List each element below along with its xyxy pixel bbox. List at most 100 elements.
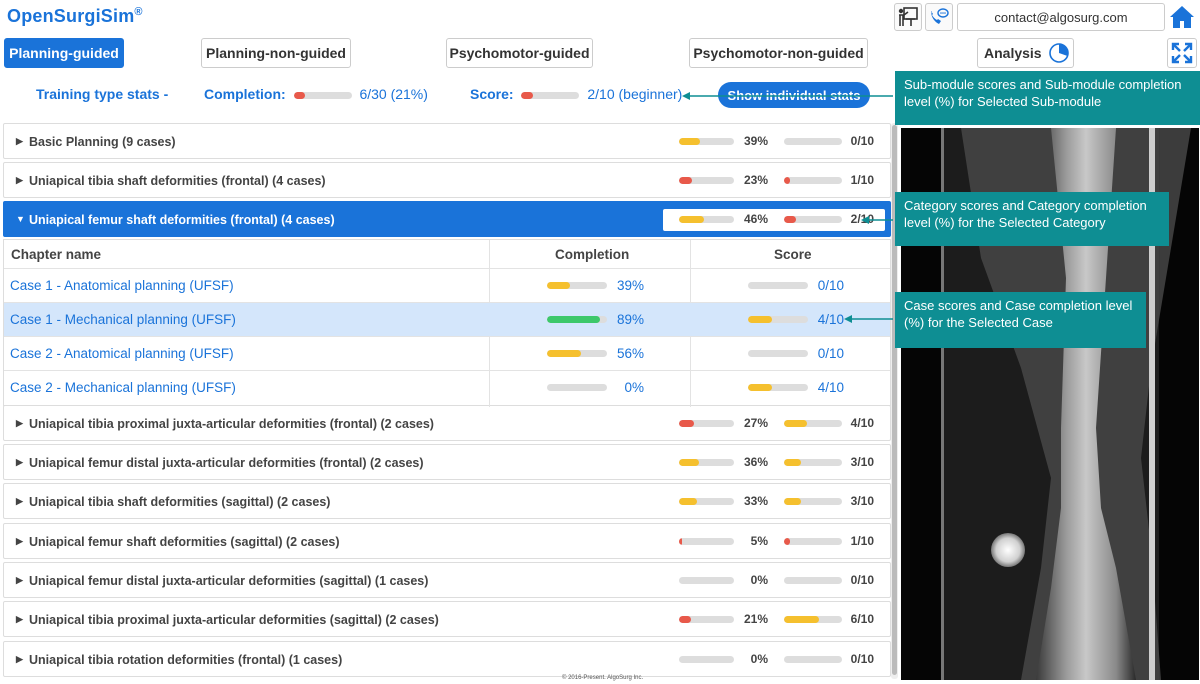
category-title: Uniapical tibia proximal juxta-articular… <box>29 613 439 627</box>
case-completion-bar <box>547 316 607 323</box>
case-name-link[interactable]: Case 1 - Mechanical planning (UFSF) <box>10 312 236 327</box>
case-score-bar <box>748 282 808 289</box>
show-individual-stats-button[interactable]: Show individual stats <box>718 82 870 108</box>
caret-down-icon[interactable]: ▼ <box>16 214 25 224</box>
category-title: Uniapical femur shaft deformities (sagit… <box>29 535 340 549</box>
case-name-link[interactable]: Case 2 - Anatomical planning (UFSF) <box>10 346 234 361</box>
app-title: OpenSurgiSim <box>7 6 135 26</box>
category-title: Uniapical femur distal juxta-articular d… <box>29 574 429 588</box>
category-completion-value: 46% <box>743 212 768 226</box>
case-completion-bar <box>547 282 607 289</box>
category-score-bar <box>784 498 842 505</box>
caret-right-icon[interactable]: ▶ <box>16 175 23 186</box>
case-score-value: 0/10 <box>817 278 844 293</box>
tab-psychomotor-non-guided[interactable]: Psychomotor-non-guided <box>689 38 868 68</box>
caret-right-icon[interactable]: ▶ <box>16 536 23 547</box>
home-icon <box>1170 6 1194 28</box>
tab-planning-non-guided[interactable]: Planning-non-guided <box>201 38 351 68</box>
category-score-value: 2/10 <box>850 212 874 226</box>
case-name-link[interactable]: Case 1 - Anatomical planning (UFSF) <box>10 278 234 293</box>
score-value: 2/10 (beginner) <box>587 86 683 102</box>
category-row[interactable]: ▶ Uniapical tibia shaft deformities (fron… <box>3 162 891 198</box>
case-row[interactable]: Case 1 - Mechanical planning (UFSF) 89% 4/… <box>4 302 890 336</box>
chapter-name-header: Chapter name <box>11 246 102 262</box>
caret-right-icon[interactable]: ▶ <box>16 136 23 147</box>
completion-stat: Completion: 6/30 (21%) <box>204 86 428 104</box>
callout-category: Category scores and Category completion … <box>895 192 1169 246</box>
category-completion-value: 21% <box>743 612 768 626</box>
category-completion-bar <box>679 616 734 623</box>
category-completion-value: 0% <box>750 573 768 587</box>
case-completion-bar <box>547 350 607 357</box>
category-row[interactable]: ▶ Uniapical tibia shaft deformities (sagi… <box>3 483 891 519</box>
case-score-bar <box>748 350 808 357</box>
tab-analysis[interactable]: Analysis <box>977 38 1074 68</box>
caret-right-icon[interactable]: ▶ <box>16 457 23 468</box>
pie-chart-icon <box>1048 43 1069 63</box>
category-completion-bar <box>679 138 734 145</box>
category-row[interactable]: ▶ Uniapical tibia rotation deformities (f… <box>3 641 891 677</box>
category-score-bar <box>784 616 842 623</box>
case-score-value: 4/10 <box>817 380 844 395</box>
support-chat-button[interactable] <box>925 3 953 31</box>
case-completion-value: 39% <box>616 278 644 293</box>
case-row[interactable]: Case 1 - Anatomical planning (UFSF) 39% 0/… <box>4 268 890 302</box>
caret-right-icon[interactable]: ▶ <box>16 575 23 586</box>
category-completion-value: 23% <box>743 173 768 187</box>
caret-right-icon[interactable]: ▶ <box>16 654 23 665</box>
category-completion-bar <box>679 538 734 545</box>
trademark-symbol: ® <box>134 6 143 18</box>
category-score-value: 1/10 <box>850 534 874 548</box>
category-row[interactable]: ▼ Uniapical femur shaft deformities (fron… <box>3 201 891 237</box>
category-score-value: 0/10 <box>850 652 874 666</box>
category-score-bar <box>784 459 842 466</box>
app-header: OpenSurgiSim® contact@algosurg.com <box>0 0 1200 34</box>
category-row[interactable]: ▶ Uniapical tibia proximal juxta-articula… <box>3 405 891 441</box>
tab-planning-guided[interactable]: Planning-guided <box>4 38 124 68</box>
category-row[interactable]: ▶ Basic Planning (9 cases) 39% 0/10 <box>3 123 891 159</box>
case-name-link[interactable]: Case 2 - Mechanical planning (UFSF) <box>10 380 236 395</box>
case-row[interactable]: Case 2 - Anatomical planning (UFSF) 56% 0/… <box>4 336 890 370</box>
category-score-value: 1/10 <box>850 173 874 187</box>
case-score-bar <box>748 316 808 323</box>
caret-right-icon[interactable]: ▶ <box>16 496 23 507</box>
score-header: Score <box>774 246 812 262</box>
category-row[interactable]: ▶ Uniapical femur distal juxta-articular … <box>3 444 891 480</box>
contact-email[interactable]: contact@algosurg.com <box>957 3 1165 31</box>
expand-icon <box>1171 42 1193 64</box>
category-score-value: 3/10 <box>850 494 874 508</box>
case-completion-value: 0% <box>624 380 644 395</box>
category-row[interactable]: ▶ Uniapical tibia proximal juxta-articula… <box>3 601 891 637</box>
case-table: Chapter name Completion Score Case 1 - A… <box>3 239 891 407</box>
fullscreen-button[interactable] <box>1167 38 1197 68</box>
category-completion-value: 0% <box>750 652 768 666</box>
category-completion-bar <box>679 177 734 184</box>
category-completion-bar <box>679 577 734 584</box>
case-row[interactable]: Case 2 - Mechanical planning (UFSF) 0% 4/1… <box>4 370 890 404</box>
category-score-bar <box>784 138 842 145</box>
score-bar <box>521 91 580 99</box>
category-completion-value: 27% <box>743 416 768 430</box>
presentation-button[interactable] <box>894 3 922 31</box>
category-title: Uniapical tibia rotation deformities (fr… <box>29 653 343 667</box>
category-score-bar <box>784 177 842 184</box>
category-row[interactable]: ▶ Uniapical femur distal juxta-articular … <box>3 562 891 598</box>
callout-case: Case scores and Case completion level (%… <box>895 292 1146 348</box>
caret-right-icon[interactable]: ▶ <box>16 614 23 625</box>
score-label: Score: <box>470 86 514 102</box>
phone-chat-icon <box>931 8 949 24</box>
category-score-bar <box>784 216 842 223</box>
category-score-bar <box>784 656 842 663</box>
caret-right-icon[interactable]: ▶ <box>16 418 23 429</box>
category-completion-bar <box>679 216 734 223</box>
category-row[interactable]: ▶ Uniapical femur shaft deformities (sagi… <box>3 523 891 559</box>
app-logo[interactable]: OpenSurgiSim® <box>7 6 143 27</box>
presentation-icon <box>898 7 918 26</box>
score-stat: Score: 2/10 (beginner) <box>470 86 682 104</box>
category-title: Uniapical femur distal juxta-articular d… <box>29 456 424 470</box>
home-button[interactable] <box>1168 3 1196 31</box>
category-completion-value: 33% <box>743 494 768 508</box>
category-score-bar <box>784 420 842 427</box>
category-title: Uniapical tibia shaft deformities (front… <box>29 174 326 188</box>
tab-psychomotor-guided[interactable]: Psychomotor-guided <box>446 38 593 68</box>
